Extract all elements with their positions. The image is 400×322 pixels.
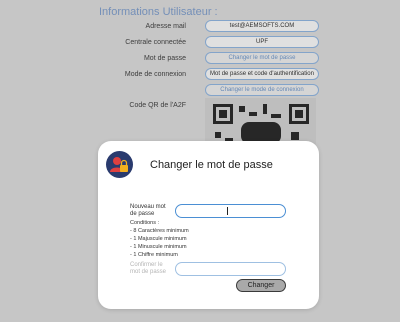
new-password-label: Nouveau mot de passe: [130, 204, 166, 217]
condition-item: - 1 Minuscule minimum: [130, 244, 187, 250]
confirm-password-input[interactable]: [175, 262, 286, 276]
dialog-title: Changer le mot de passe: [150, 159, 273, 171]
new-password-input[interactable]: [175, 204, 286, 218]
change-password-dialog: Changer le mot de passe Nouveau mot de p…: [98, 141, 319, 309]
user-lock-icon: [106, 151, 133, 178]
change-button[interactable]: Changer: [236, 279, 286, 292]
text-caret: [227, 207, 228, 215]
password-conditions: Conditions : - 8 Caractères minimum - 1 …: [130, 219, 189, 259]
condition-item: - 1 Chiffre minimum: [130, 252, 178, 258]
conditions-title: Conditions :: [130, 220, 160, 226]
confirm-password-label: Confirmer le mot de passe: [130, 262, 167, 275]
condition-item: - 1 Majuscule minimum: [130, 236, 187, 242]
condition-item: - 8 Caractères minimum: [130, 228, 189, 234]
